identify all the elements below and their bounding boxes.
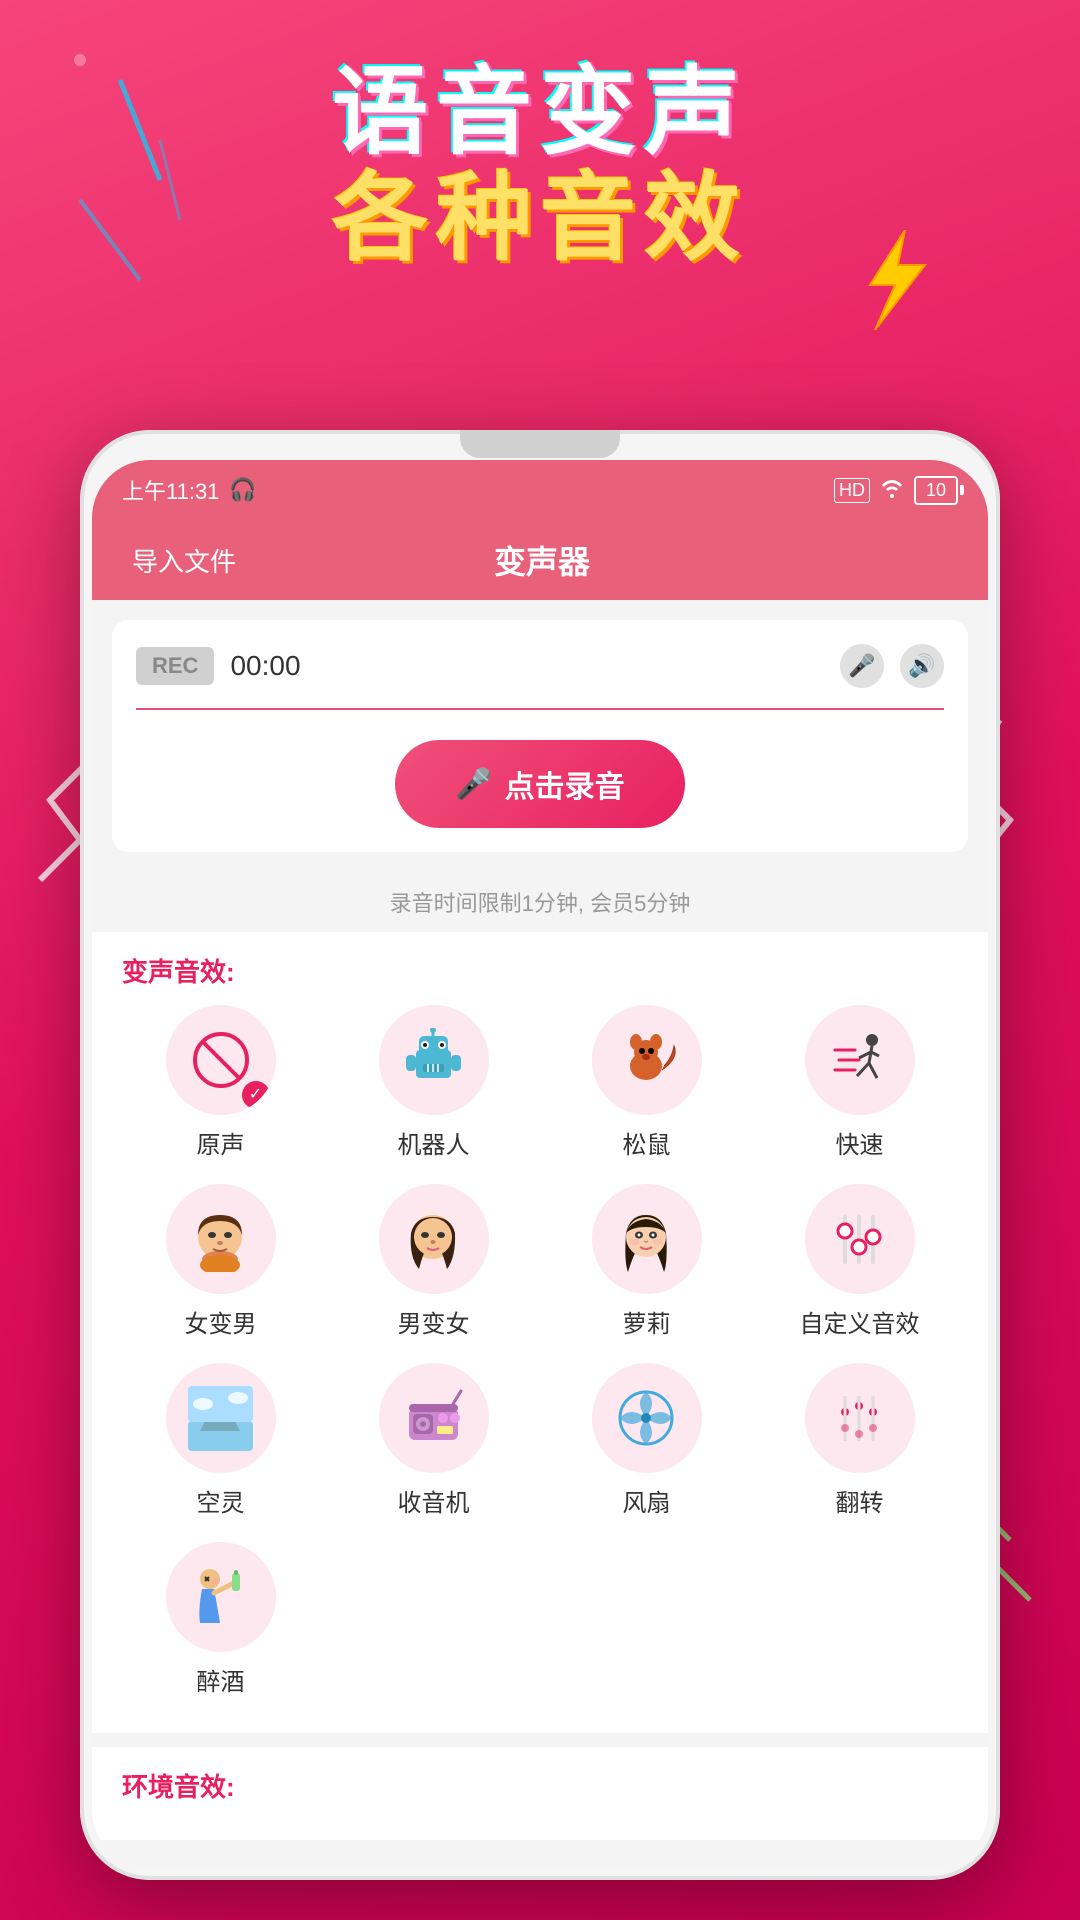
- effect-fast[interactable]: 快速: [761, 1005, 958, 1160]
- headphone-icon: 🎧: [229, 477, 256, 503]
- record-area: REC 00:00 🎤 🔊 🎤 点击录音: [112, 620, 968, 852]
- effect-original-icon: [166, 1005, 276, 1115]
- hd-badge: HD: [834, 478, 870, 503]
- effect-molly-icon: [592, 1184, 702, 1294]
- effect-original-label: 原声: [197, 1125, 245, 1160]
- effect-f2m-icon: [166, 1184, 276, 1294]
- battery-indicator: 10: [914, 476, 958, 505]
- effect-custom-label: 自定义音效: [800, 1304, 920, 1339]
- effect-drunk[interactable]: 醉酒: [122, 1542, 319, 1697]
- effects-grid: 原声: [122, 1005, 958, 1697]
- status-bar: 上午11:31 🎧 HD 10: [92, 460, 988, 520]
- effect-drunk-label: 醉酒: [197, 1662, 245, 1697]
- record-button[interactable]: 🎤 点击录音: [395, 740, 684, 828]
- effect-m2f-icon: [379, 1184, 489, 1294]
- effect-radio-label: 收音机: [398, 1483, 470, 1518]
- effect-drunk-icon: [166, 1542, 276, 1652]
- effect-f2m[interactable]: 女变男: [122, 1184, 319, 1339]
- effect-radio[interactable]: 收音机: [335, 1363, 532, 1518]
- effect-ethereal[interactable]: 空灵: [122, 1363, 319, 1518]
- effect-radio-icon: [379, 1363, 489, 1473]
- status-right: HD 10: [834, 476, 958, 505]
- effects-section: 变声音效: 原声: [92, 932, 988, 1733]
- effect-robot[interactable]: 机器人: [335, 1005, 532, 1160]
- effect-molly[interactable]: 萝莉: [548, 1184, 745, 1339]
- effect-robot-icon: [379, 1005, 489, 1115]
- wifi-icon: [878, 476, 906, 504]
- rec-badge: REC: [136, 647, 214, 685]
- rec-icons: 🎤 🔊: [840, 644, 944, 688]
- phone-mockup: 上午11:31 🎧 HD 10 导入文件 变声器 REC: [80, 430, 1000, 1880]
- section-divider: [92, 1733, 988, 1747]
- effect-f2m-label: 女变男: [185, 1304, 257, 1339]
- rec-bar: REC 00:00 🎤 🔊: [136, 644, 944, 688]
- effect-molly-label: 萝莉: [623, 1304, 671, 1339]
- effect-ethereal-icon: [166, 1363, 276, 1473]
- effect-custom-icon: [805, 1184, 915, 1294]
- effect-fan-label: 风扇: [623, 1483, 671, 1518]
- effect-squirrel-label: 松鼠: [623, 1125, 671, 1160]
- rec-time: 00:00: [230, 650, 824, 682]
- effect-robot-label: 机器人: [398, 1125, 470, 1160]
- waveform: [136, 708, 944, 710]
- effect-fan-icon: [592, 1363, 702, 1473]
- effect-flip[interactable]: 翻转: [761, 1363, 958, 1518]
- effect-fast-label: 快速: [836, 1125, 884, 1160]
- effect-squirrel-icon: [592, 1005, 702, 1115]
- effect-ethereal-label: 空灵: [197, 1483, 245, 1518]
- status-time: 上午11:31: [122, 474, 219, 506]
- effect-custom[interactable]: 自定义音效: [761, 1184, 958, 1339]
- hint-text: 录音时间限制1分钟, 会员5分钟: [92, 872, 988, 932]
- env-section-title: 环境音效:: [122, 1767, 958, 1804]
- effect-original[interactable]: 原声: [122, 1005, 319, 1160]
- effect-m2f-label: 男变女: [398, 1304, 470, 1339]
- import-file-button[interactable]: 导入文件: [132, 542, 236, 579]
- record-button-label: 点击录音: [505, 762, 625, 806]
- effect-fast-icon: [805, 1005, 915, 1115]
- effect-flip-label: 翻转: [836, 1483, 884, 1518]
- title-line2: 各种音效: [0, 166, 1080, 272]
- effects-section-title: 变声音效:: [122, 952, 958, 989]
- mic-icon[interactable]: 🎤: [840, 644, 884, 688]
- header-area: 语音变声 各种音效: [0, 60, 1080, 271]
- env-section: 环境音效:: [92, 1747, 988, 1840]
- effect-flip-icon: [805, 1363, 915, 1473]
- app-title: 变声器: [494, 537, 590, 583]
- phone-screen: 上午11:31 🎧 HD 10 导入文件 变声器 REC: [92, 460, 988, 1868]
- effect-fan[interactable]: 风扇: [548, 1363, 745, 1518]
- effect-m2f[interactable]: 男变女: [335, 1184, 532, 1339]
- mic-button-icon: 🎤: [455, 767, 492, 802]
- speaker-icon[interactable]: 🔊: [900, 644, 944, 688]
- status-left: 上午11:31 🎧: [122, 474, 257, 506]
- effect-squirrel[interactable]: 松鼠: [548, 1005, 745, 1160]
- app-header: 导入文件 变声器: [92, 520, 988, 600]
- phone-notch: [460, 430, 620, 458]
- title-line1: 语音变声: [0, 60, 1080, 166]
